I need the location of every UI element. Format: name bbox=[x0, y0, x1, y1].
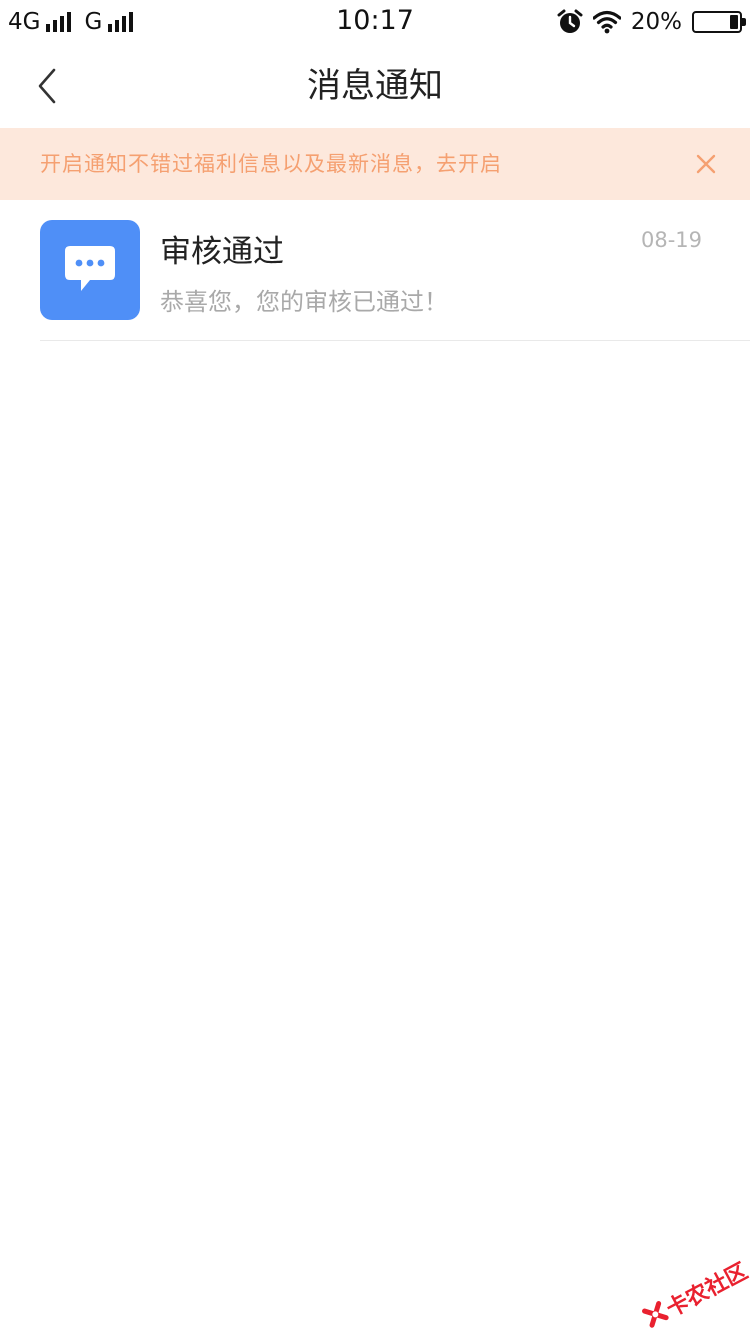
top-nav-bar: 消息通知 bbox=[0, 44, 750, 128]
wifi-icon bbox=[592, 10, 621, 34]
message-list-item[interactable]: 审核通过 08-19 恭喜您，您的审核已通过！ bbox=[0, 200, 750, 341]
notice-close-button[interactable] bbox=[692, 150, 720, 178]
enable-notification-link[interactable]: 开启通知不错过福利信息以及最新消息，去开启 bbox=[40, 128, 502, 200]
enable-notification-banner: 开启通知不错过福利信息以及最新消息，去开启 bbox=[0, 128, 750, 200]
message-body: 恭喜您，您的审核已通过！ bbox=[160, 288, 448, 316]
status-right: 20% bbox=[557, 7, 746, 37]
message-avatar bbox=[40, 220, 140, 320]
chevron-left-icon bbox=[38, 68, 56, 104]
page-title: 消息通知 bbox=[307, 66, 443, 106]
divider bbox=[40, 340, 750, 341]
watermark-text: 卡农社区 bbox=[662, 1258, 750, 1323]
watermark-logo: 卡农社区 bbox=[637, 1254, 750, 1334]
battery-percent: 20% bbox=[630, 9, 682, 35]
close-icon bbox=[696, 154, 716, 174]
battery-level bbox=[730, 15, 738, 29]
status-bar: 4G G 10:17 20% bbox=[0, 0, 750, 44]
notification-screen: 4G G 10:17 20% 消息通知 开启通知不错过福利信息以及最新消息，去开… bbox=[0, 0, 750, 1334]
battery-icon bbox=[692, 11, 746, 33]
chat-bubble-icon bbox=[65, 246, 115, 291]
message-title: 审核通过 bbox=[160, 234, 284, 270]
alarm-icon bbox=[557, 9, 583, 35]
back-button[interactable] bbox=[28, 64, 68, 108]
message-date: 08-19 bbox=[640, 228, 702, 252]
